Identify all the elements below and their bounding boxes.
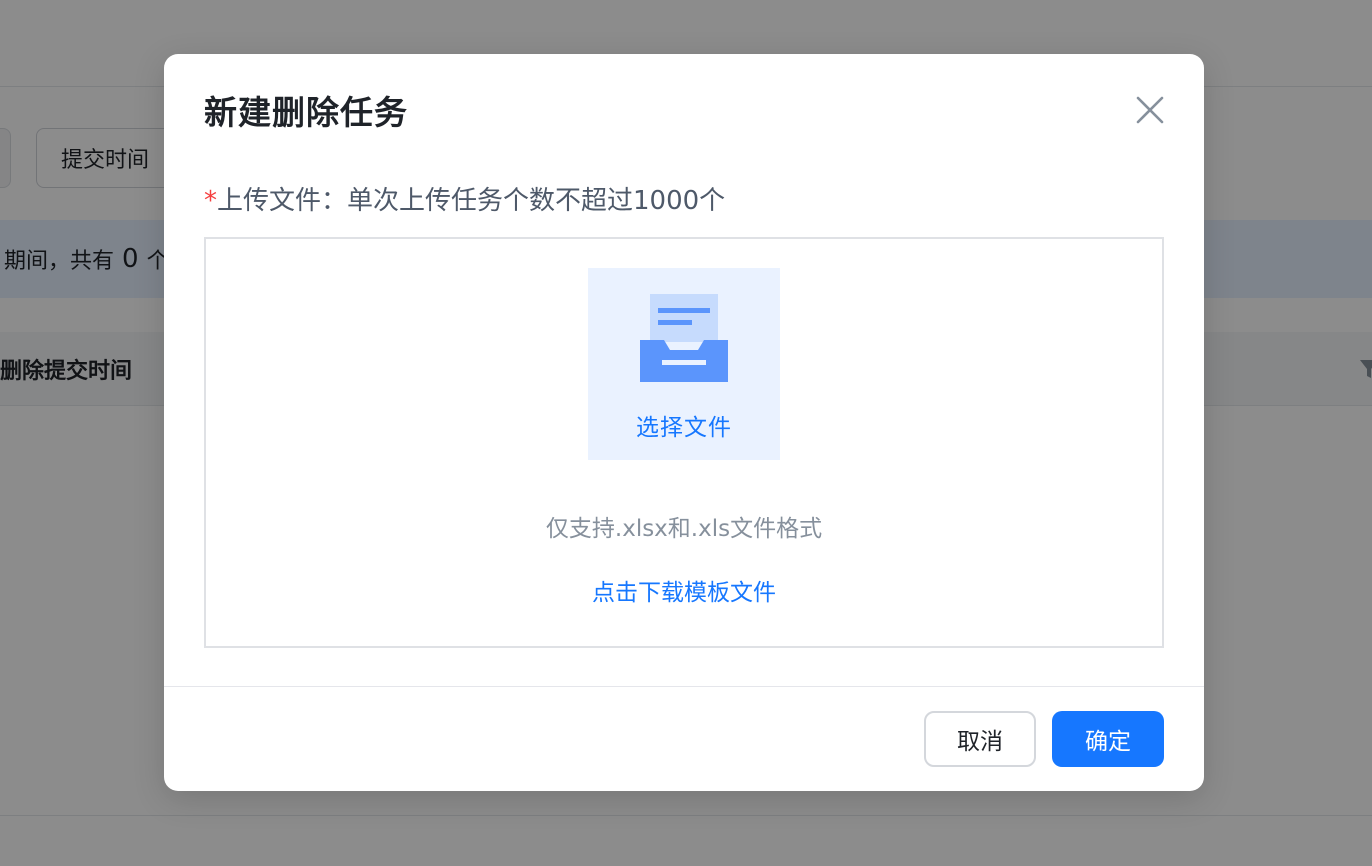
- select-file-label: 选择文件: [636, 415, 732, 441]
- upload-dropzone[interactable]: 选择文件 仅支持.xlsx和.xls文件格式 点击下载模板文件: [204, 237, 1164, 648]
- upload-file-label: *上传文件：单次上传任务个数不超过1000个: [204, 180, 725, 217]
- close-icon: [1136, 96, 1164, 124]
- dialog-title: 新建删除任务: [204, 93, 408, 132]
- close-button[interactable]: [1134, 94, 1166, 126]
- new-delete-task-dialog: 新建删除任务 *上传文件：单次上传任务个数不超过1000个 选择文件 仅支持.x…: [164, 54, 1204, 791]
- confirm-button[interactable]: 确定: [1052, 711, 1164, 767]
- select-file-button[interactable]: 选择文件: [588, 268, 780, 460]
- file-format-hint: 仅支持.xlsx和.xls文件格式: [545, 516, 823, 542]
- footer-divider: [164, 686, 1204, 687]
- inbox-icon: [640, 294, 728, 382]
- download-template-link[interactable]: 点击下载模板文件: [206, 573, 1162, 607]
- cancel-button[interactable]: 取消: [924, 711, 1036, 767]
- upload-file-label-text: 上传文件：单次上传任务个数不超过1000个: [217, 186, 726, 216]
- required-mark: *: [204, 186, 217, 216]
